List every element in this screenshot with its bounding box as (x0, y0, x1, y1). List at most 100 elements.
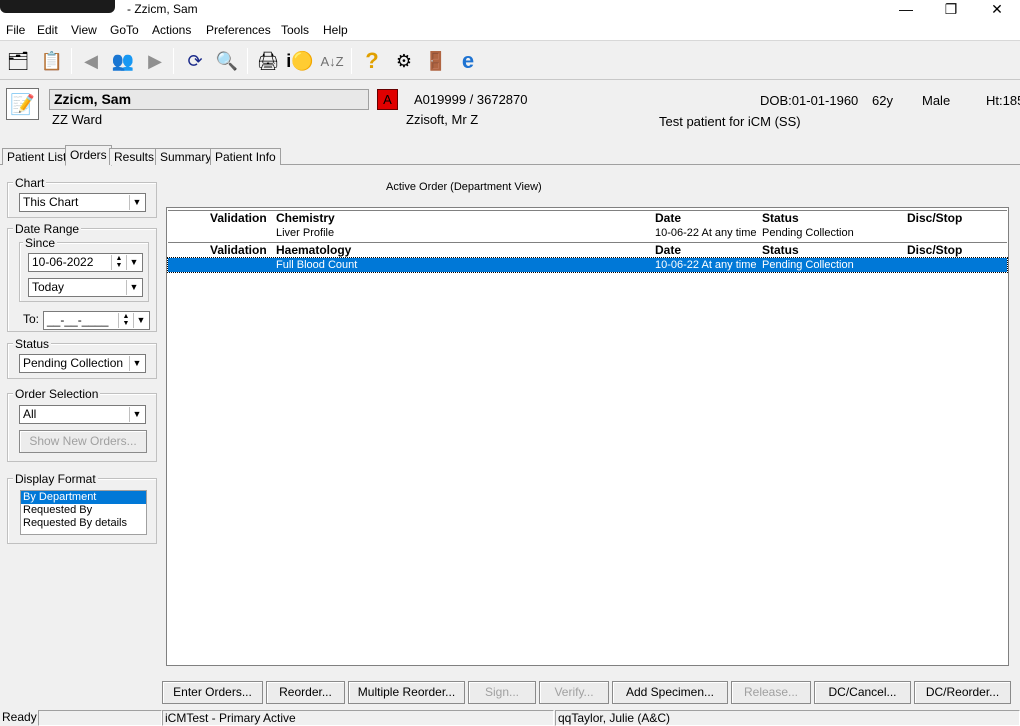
status-environment: iCMTest - Primary Active (162, 710, 554, 726)
chevron-down-icon[interactable]: ▼ (129, 407, 144, 422)
menu-actions[interactable]: Actions (152, 23, 191, 37)
order-name: Liver Profile (276, 227, 335, 239)
display-format-list[interactable]: By Department Requested By Requested By … (20, 490, 147, 535)
settings-icon[interactable]: ⚙ (391, 48, 417, 74)
sign-button[interactable]: Sign... (468, 681, 536, 704)
info-icon[interactable]: i 🟡 (286, 48, 313, 74)
search-tools-icon[interactable]: 🔍 (214, 48, 240, 74)
menu-help[interactable]: Help (323, 23, 348, 37)
tab-patient-info[interactable]: Patient Info (210, 148, 281, 165)
spin-icon[interactable]: ▲ ▼ (111, 255, 126, 270)
chevron-down-icon[interactable]: ▼ (133, 313, 148, 328)
order-row[interactable]: Liver Profile 10-06-22 At any time Pendi… (168, 226, 1007, 240)
patient-sex: Male (922, 93, 951, 108)
sort-az-icon[interactable]: A↓Z (319, 48, 345, 74)
order-name: Full Blood Count (276, 259, 358, 271)
to-date-input[interactable]: __-__-____ ▲ ▼ ▼ (43, 311, 150, 330)
menu-bar: File Edit View GoTo Actions Preferences … (0, 20, 1020, 41)
show-new-orders-button[interactable]: Show New Orders... (19, 430, 147, 453)
toolbar-separator (71, 48, 72, 74)
printer-icon[interactable]: 🖨 (255, 48, 281, 74)
chevron-down-icon[interactable]: ▼ (129, 195, 144, 210)
order-row[interactable]: Full Blood Count 10-06-22 At any time Pe… (167, 257, 1008, 273)
order-date: 10-06-22 At any time (655, 227, 757, 239)
patients-group-icon[interactable]: 👥 (110, 48, 136, 74)
tab-strip: Patient List Orders Results Summary Pati… (0, 145, 1020, 166)
chevron-down-icon[interactable]: ▼ (126, 255, 141, 270)
alert-badge[interactable]: A (377, 89, 398, 110)
patient-ward: ZZ Ward (52, 112, 103, 127)
chart-group-label: Chart (13, 176, 47, 190)
exit-icon[interactable]: 🚪 (423, 48, 449, 74)
tab-summary[interactable]: Summary (155, 148, 217, 165)
dc-cancel-button[interactable]: DC/Cancel... (814, 681, 911, 704)
menu-tools[interactable]: Tools (281, 23, 309, 37)
menu-file[interactable]: File (6, 23, 25, 37)
patient-height: Ht:185 (986, 93, 1020, 108)
since-date-input[interactable]: 10-06-2022 ▲ ▼ ▼ (28, 253, 143, 272)
status-user: qqTaylor, Julie (A&C) (555, 710, 1020, 726)
order-selection-label: Order Selection (13, 387, 101, 401)
chevron-down-icon[interactable]: ▼ (129, 356, 144, 371)
to-date-value: __-__-____ (47, 313, 109, 327)
help-icon[interactable]: ? (359, 48, 385, 74)
display-format-option[interactable]: Requested By (21, 504, 146, 517)
internet-explorer-icon[interactable]: e (455, 48, 481, 74)
verify-button[interactable]: Verify... (539, 681, 609, 704)
to-label: To: (21, 312, 42, 326)
patient-list-icon[interactable]: 🗂 (5, 48, 31, 74)
date-range-label: Date Range (13, 222, 82, 236)
chart-select[interactable]: This Chart ▼ (19, 193, 146, 212)
order-selection-select[interactable]: All ▼ (19, 405, 146, 424)
enter-orders-button[interactable]: Enter Orders... (162, 681, 263, 704)
add-specimen-button[interactable]: Add Specimen... (612, 681, 728, 704)
close-button[interactable]: ✕ (977, 0, 1017, 18)
restore-button[interactable]: ❐ (931, 0, 971, 18)
menu-goto[interactable]: GoTo (110, 23, 139, 37)
status-select[interactable]: Pending Collection ▼ (19, 354, 146, 373)
since-preset-select[interactable]: Today ▼ (28, 278, 143, 297)
menu-view[interactable]: View (71, 23, 97, 37)
tab-patient-list[interactable]: Patient List (2, 148, 72, 165)
chart-icon[interactable]: 📋 (39, 48, 65, 74)
edit-patient-icon[interactable]: 📝 (6, 88, 39, 120)
patient-age: 62y (872, 93, 893, 108)
back-arrow-icon[interactable]: ◀ (78, 48, 104, 74)
menu-preferences[interactable]: Preferences (206, 23, 271, 37)
minimize-button[interactable]: — (886, 0, 926, 18)
column-header-status: Status (762, 211, 799, 225)
dc-reorder-button[interactable]: DC/Reorder... (914, 681, 1011, 704)
patient-consultant: Zzisoft, Mr Z (406, 112, 479, 127)
order-date: 10-06-22 At any time (655, 259, 757, 271)
tab-results[interactable]: Results (109, 148, 160, 165)
spin-icon[interactable]: ▲ ▼ (118, 313, 133, 328)
order-selection-value: All (23, 407, 37, 421)
toolbar-separator (247, 48, 248, 74)
chevron-down-icon[interactable]: ▼ (126, 280, 141, 295)
reorder-button[interactable]: Reorder... (266, 681, 345, 704)
title-bar: - Zzicm, Sam — ❐ ✕ (0, 0, 1020, 20)
tab-orders[interactable]: Orders (65, 145, 112, 166)
status-bar: Ready iCMTest - Primary Active qqTaylor,… (0, 709, 1020, 726)
column-header-validation: Validation (210, 211, 267, 225)
column-header-date: Date (655, 211, 682, 225)
department-header-row: Validation Haematology Date Status Disc/… (168, 242, 1007, 257)
status-label: Status (13, 337, 52, 351)
column-header-disc-stop: Disc/Stop (907, 211, 963, 225)
patient-dob: DOB:01-01-1960 (760, 93, 859, 108)
menu-edit[interactable]: Edit (37, 23, 58, 37)
order-status: Pending Collection (762, 259, 854, 271)
since-label: Since (23, 236, 58, 250)
column-header-disc-stop: Disc/Stop (907, 243, 963, 257)
order-status: Pending Collection (762, 227, 854, 239)
forward-arrow-icon[interactable]: ▶ (142, 48, 168, 74)
release-button[interactable]: Release... (731, 681, 811, 704)
multiple-reorder-button[interactable]: Multiple Reorder... (348, 681, 465, 704)
refresh-icon[interactable]: ⟳ (182, 48, 208, 74)
display-format-option[interactable]: By Department (21, 491, 146, 504)
toolbar: 🗂 📋 ◀ 👥 ▶ ⟳ 🔍 🖨 i 🟡 A↓Z ? ⚙ 🚪 e (0, 42, 1020, 80)
orders-view-title: Active Order (Department View) (386, 181, 542, 193)
patient-name: Zzicm, Sam (49, 89, 369, 110)
display-format-option[interactable]: Requested By details (21, 517, 146, 530)
patient-note: Test patient for iCM (SS) (659, 114, 801, 129)
